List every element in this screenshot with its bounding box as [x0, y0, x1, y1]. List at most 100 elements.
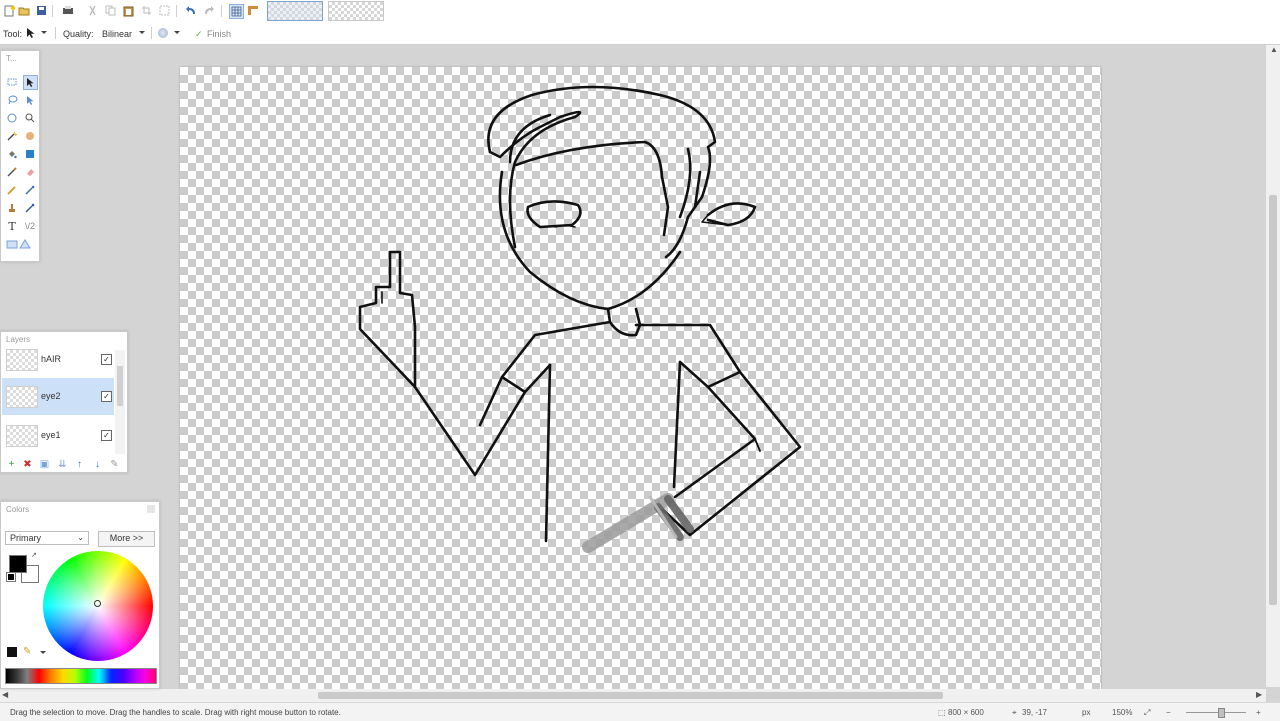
add-layer-icon[interactable]: +	[6, 460, 17, 470]
horizontal-scroll-thumb[interactable]	[318, 692, 943, 699]
eraser-icon[interactable]	[23, 165, 37, 179]
horizontal-scrollbar[interactable]: ◀ ▶	[0, 689, 1266, 702]
paintbrush-icon[interactable]	[5, 165, 19, 179]
toolbar-separator	[55, 27, 56, 39]
close-icon[interactable]	[147, 505, 155, 513]
zoom-icon[interactable]	[23, 111, 37, 125]
zoom-slider-handle[interactable]	[1218, 708, 1225, 718]
layer-visibility-checkbox[interactable]: ✓	[101, 391, 112, 402]
toolbar-separator	[52, 5, 53, 17]
layer-visibility-checkbox[interactable]: ✓	[101, 430, 112, 441]
gradient-icon[interactable]	[23, 147, 37, 161]
color-palette[interactable]	[5, 668, 157, 684]
layer-row[interactable]: hAIR ✓	[2, 341, 114, 378]
magic-wand-icon[interactable]	[5, 129, 19, 143]
crop-icon[interactable]	[140, 4, 153, 17]
units-select[interactable]: px	[1082, 708, 1090, 717]
paint-bucket-icon[interactable]	[5, 147, 19, 161]
rectangle-select-icon[interactable]	[5, 75, 19, 89]
quality-label: Quality:	[63, 29, 94, 39]
zoom-slider[interactable]	[1186, 712, 1246, 713]
image-canvas[interactable]	[180, 67, 1101, 689]
tool-label: Tool:	[3, 29, 23, 39]
color-picker-icon[interactable]	[23, 183, 37, 197]
palette-menu-icon[interactable]: ✎	[23, 646, 31, 657]
toolbar-separator	[176, 5, 177, 17]
image-tab-1[interactable]	[267, 1, 323, 21]
zoom-level[interactable]: 150%	[1112, 708, 1132, 717]
scroll-up-icon[interactable]: ▲	[1270, 45, 1278, 54]
cursor-position: 39, -17	[1022, 708, 1047, 717]
pan-icon[interactable]	[23, 129, 37, 143]
new-icon[interactable]	[3, 4, 16, 17]
scroll-right-icon[interactable]: ▶	[1256, 690, 1262, 699]
image-size: 800 × 600	[948, 708, 984, 717]
main-toolbar	[0, 0, 1280, 23]
zoom-in-icon[interactable]: +	[1256, 708, 1261, 717]
zoom-to-window-icon[interactable]: ⤢	[1144, 708, 1150, 718]
undo-icon[interactable]	[184, 4, 197, 17]
shapes-icon[interactable]	[5, 237, 33, 251]
vertical-scroll-thumb[interactable]	[1269, 195, 1277, 605]
scroll-left-icon[interactable]: ◀	[2, 690, 8, 699]
duplicate-layer-icon[interactable]: ▣	[39, 460, 50, 470]
lasso-select-icon[interactable]	[5, 93, 19, 107]
deselect-icon[interactable]	[158, 4, 171, 17]
move-selection-tool-icon[interactable]	[26, 27, 36, 41]
layer-properties-icon[interactable]: ✎	[109, 460, 120, 470]
quality-select[interactable]: Bilinear	[102, 29, 132, 39]
paste-icon[interactable]	[122, 4, 135, 17]
save-icon[interactable]	[35, 4, 48, 17]
ruler-icon[interactable]	[246, 4, 259, 17]
line-curve-icon[interactable]: \/2	[23, 219, 37, 233]
chevron-down-icon: ⌄	[77, 533, 84, 542]
cursor-position-icon: ⌖	[1012, 708, 1017, 717]
layer-name: hAIR	[41, 354, 62, 364]
tools-panel-title: T...	[6, 54, 17, 63]
copy-icon[interactable]	[104, 4, 117, 17]
cut-icon[interactable]	[86, 4, 99, 17]
palette-swatch-icon[interactable]	[7, 647, 17, 657]
colors-panel: Colors Primary ⌄ More >> ↗ ✎	[0, 501, 160, 689]
color-wheel-cursor[interactable]	[94, 600, 101, 607]
layers-scroll-thumb[interactable]	[117, 366, 123, 406]
selection-mode-dropdown-icon[interactable]	[174, 31, 180, 34]
redo-icon[interactable]	[202, 4, 215, 17]
delete-layer-icon[interactable]: ✖	[22, 460, 33, 470]
recolor-icon[interactable]	[23, 201, 37, 215]
text-icon[interactable]: T	[5, 219, 19, 233]
selection-mode-icon[interactable]	[158, 28, 168, 38]
layer-row[interactable]: eye2 ✓	[2, 378, 114, 415]
layer-row[interactable]: eye1 ✓	[2, 417, 114, 454]
layers-panel: Layers hAIR ✓ eye2 ✓ eye1 ✓ + ✖ ▣ ⇊ ↑ ↓ …	[0, 331, 128, 473]
reset-colors-icon[interactable]	[6, 572, 16, 582]
layer-thumbnail	[6, 349, 38, 371]
palette-dropdown-icon[interactable]	[40, 651, 46, 654]
more-button[interactable]: More >>	[98, 531, 155, 547]
layer-visibility-checkbox[interactable]: ✓	[101, 354, 112, 365]
move-pixels-icon[interactable]	[23, 93, 37, 107]
print-icon[interactable]	[61, 4, 74, 17]
tools-panel: T... T \/2	[0, 50, 40, 262]
merge-layer-icon[interactable]: ⇊	[57, 460, 68, 470]
swap-colors-icon[interactable]: ↗	[31, 551, 37, 559]
primary-color-swatch[interactable]	[9, 555, 27, 573]
vertical-scrollbar[interactable]: ▲	[1266, 45, 1280, 687]
zoom-out-icon[interactable]: −	[1166, 708, 1171, 717]
grid-icon[interactable]	[229, 4, 244, 19]
clone-stamp-icon[interactable]	[5, 201, 19, 215]
color-mode-select[interactable]: Primary ⌄	[5, 531, 89, 545]
move-layer-down-icon[interactable]: ↓	[92, 460, 103, 470]
move-layer-up-icon[interactable]: ↑	[74, 460, 85, 470]
move-selection-icon[interactable]	[23, 75, 38, 90]
tool-dropdown-icon[interactable]	[41, 31, 47, 34]
open-icon[interactable]	[17, 4, 30, 17]
ellipse-select-icon[interactable]	[5, 111, 19, 125]
tool-options-bar: Tool: Quality: Bilinear ✓ Finish	[0, 22, 1280, 45]
quality-dropdown-icon[interactable]	[139, 31, 145, 34]
layers-scrollbar[interactable]	[115, 350, 125, 454]
toolbar-separator	[221, 5, 222, 17]
image-tab-2[interactable]	[328, 1, 384, 21]
finish-button[interactable]: Finish	[207, 29, 231, 39]
pencil-icon[interactable]	[5, 183, 19, 197]
